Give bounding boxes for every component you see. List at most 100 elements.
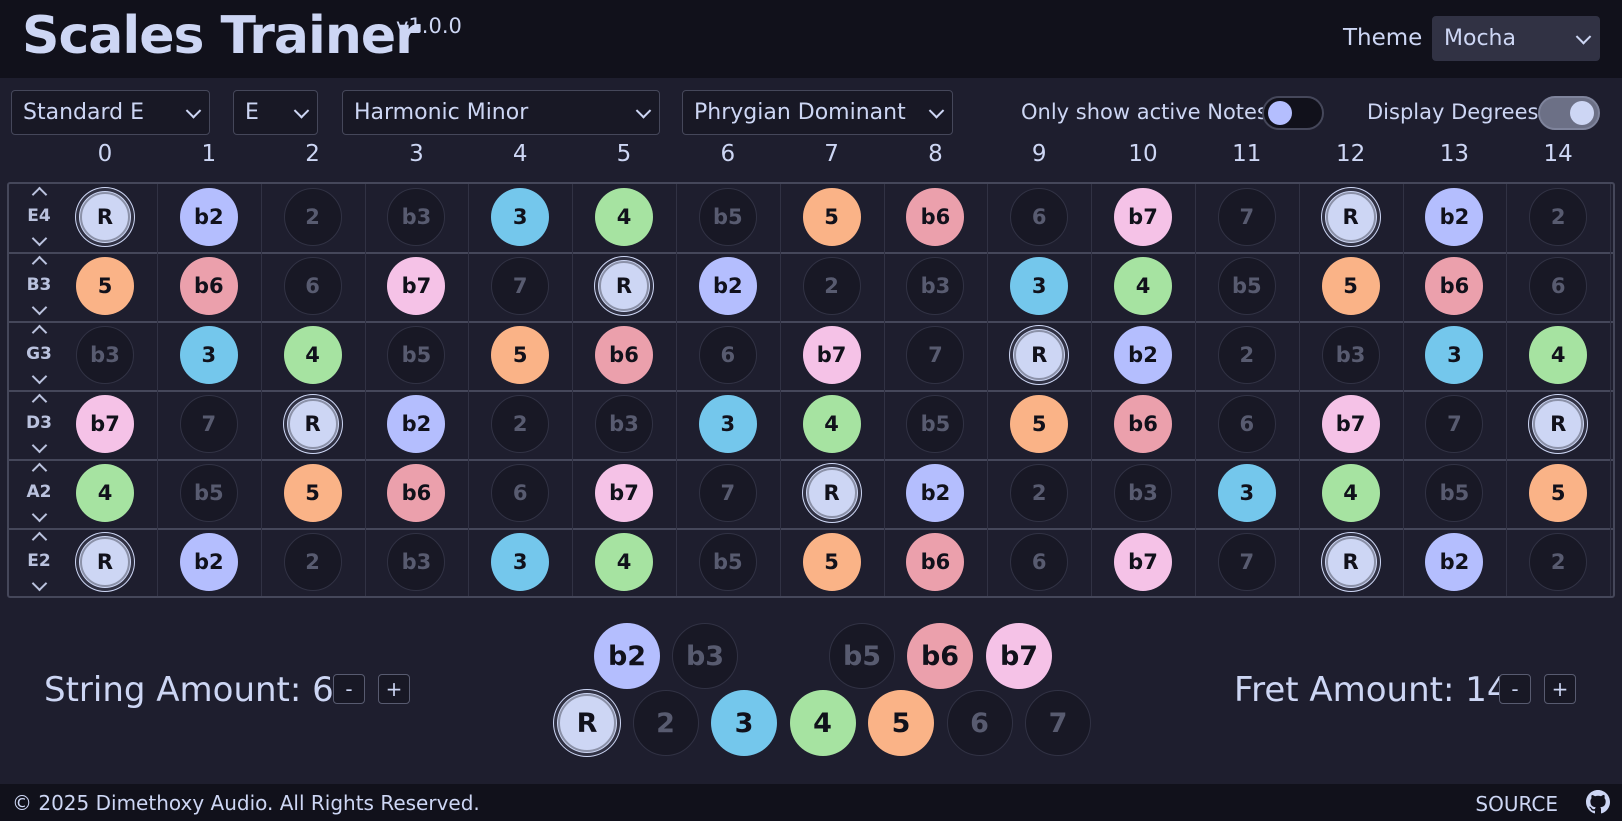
legend-note[interactable]: 2 bbox=[632, 690, 699, 756]
mode-select[interactable]: Phrygian Dominant bbox=[682, 90, 953, 135]
fret-note[interactable]: b6 bbox=[906, 187, 965, 246]
legend-note[interactable]: b5 bbox=[829, 623, 895, 689]
theme-select[interactable]: Mocha bbox=[1432, 16, 1600, 61]
fret-note[interactable]: b5 bbox=[1217, 256, 1276, 315]
fret-note[interactable]: 5 bbox=[1010, 394, 1069, 453]
fret-increase-button[interactable]: + bbox=[1544, 674, 1576, 704]
fret-note[interactable]: 3 bbox=[1010, 256, 1069, 315]
chevron-up-icon[interactable] bbox=[31, 255, 48, 271]
fret-note[interactable]: 2 bbox=[802, 256, 861, 315]
fret-note[interactable]: b7 bbox=[1321, 394, 1380, 453]
fret-note[interactable]: 3 bbox=[1217, 463, 1276, 522]
fret-note[interactable]: 5 bbox=[283, 463, 342, 522]
fret-note[interactable]: 7 bbox=[1217, 532, 1276, 591]
fret-note[interactable]: 4 bbox=[1114, 256, 1172, 315]
fret-note[interactable]: b2 bbox=[179, 532, 238, 591]
fret-note[interactable]: 3 bbox=[1425, 325, 1484, 384]
legend-note[interactable]: 3 bbox=[711, 690, 777, 756]
fret-note[interactable]: 3 bbox=[491, 187, 550, 246]
fret-note[interactable]: 2 bbox=[283, 187, 342, 246]
chevron-down-icon[interactable] bbox=[31, 575, 48, 591]
fret-note[interactable]: 6 bbox=[1010, 187, 1069, 246]
fret-note[interactable]: b2 bbox=[1425, 532, 1484, 591]
fret-note[interactable]: 6 bbox=[283, 256, 342, 315]
fret-note[interactable]: 2 bbox=[491, 394, 550, 453]
fret-note[interactable]: 2 bbox=[1217, 325, 1276, 384]
chevron-up-icon[interactable] bbox=[31, 462, 48, 478]
chevron-up-icon[interactable] bbox=[31, 393, 48, 409]
tuning-select[interactable]: Standard E bbox=[11, 90, 210, 135]
fret-decrease-button[interactable]: - bbox=[1499, 674, 1531, 704]
fret-note[interactable]: b7 bbox=[802, 325, 861, 384]
string-decrease-button[interactable]: - bbox=[333, 674, 365, 704]
fret-note[interactable]: 7 bbox=[1217, 187, 1276, 246]
fret-note[interactable]: b2 bbox=[179, 187, 238, 246]
fret-note[interactable]: R bbox=[595, 256, 653, 315]
fret-note[interactable]: 5 bbox=[1529, 463, 1588, 522]
fret-note[interactable]: b5 bbox=[698, 187, 757, 246]
scale-select[interactable]: Harmonic Minor bbox=[342, 90, 660, 135]
fret-note[interactable]: b6 bbox=[387, 463, 446, 522]
fret-note[interactable]: 4 bbox=[76, 463, 134, 522]
fret-note[interactable]: 4 bbox=[595, 532, 653, 591]
fret-note[interactable]: b7 bbox=[1114, 187, 1172, 246]
chevron-down-icon[interactable] bbox=[31, 437, 48, 453]
fret-note[interactable]: R bbox=[1321, 187, 1380, 246]
fret-note[interactable]: 4 bbox=[1321, 463, 1380, 522]
legend-note[interactable]: 6 bbox=[946, 690, 1013, 756]
fret-note[interactable]: 2 bbox=[1529, 532, 1588, 591]
legend-note[interactable]: b3 bbox=[672, 623, 738, 689]
chevron-up-icon[interactable] bbox=[31, 324, 48, 340]
fret-note[interactable]: 3 bbox=[179, 325, 238, 384]
fret-note[interactable]: b5 bbox=[179, 463, 238, 522]
fret-note[interactable]: b6 bbox=[1114, 394, 1172, 453]
fret-note[interactable]: 7 bbox=[491, 256, 550, 315]
fret-note[interactable]: b2 bbox=[387, 394, 446, 453]
source-link[interactable]: SOURCE bbox=[1475, 792, 1558, 816]
legend-note[interactable]: 7 bbox=[1025, 690, 1091, 756]
chevron-down-icon[interactable] bbox=[31, 299, 48, 315]
fret-note[interactable]: 5 bbox=[1321, 256, 1380, 315]
fret-note[interactable]: b7 bbox=[595, 463, 653, 522]
fret-note[interactable]: 5 bbox=[76, 256, 134, 315]
legend-note[interactable]: b7 bbox=[986, 623, 1052, 689]
fret-note[interactable]: b6 bbox=[906, 532, 965, 591]
fret-note[interactable]: b6 bbox=[595, 325, 653, 384]
chevron-down-icon[interactable] bbox=[31, 506, 48, 522]
fret-note[interactable]: 6 bbox=[1217, 394, 1276, 453]
fret-note[interactable]: b3 bbox=[1321, 325, 1380, 384]
chevron-up-icon[interactable] bbox=[31, 531, 48, 547]
fret-note[interactable]: 2 bbox=[1529, 187, 1588, 246]
fret-note[interactable]: b5 bbox=[698, 532, 757, 591]
fret-note[interactable]: b3 bbox=[1114, 463, 1172, 522]
fret-note[interactable]: R bbox=[1010, 325, 1069, 384]
chevron-down-icon[interactable] bbox=[31, 368, 48, 384]
github-icon[interactable] bbox=[1586, 790, 1610, 814]
fret-note[interactable]: b6 bbox=[179, 256, 238, 315]
chevron-down-icon[interactable] bbox=[31, 230, 48, 246]
legend-note[interactable]: 5 bbox=[868, 690, 934, 756]
fret-note[interactable]: 4 bbox=[595, 187, 653, 246]
fret-note[interactable]: b3 bbox=[906, 256, 965, 315]
fret-note[interactable]: b5 bbox=[387, 325, 446, 384]
fret-note[interactable]: b2 bbox=[1114, 325, 1172, 384]
fret-note[interactable]: 2 bbox=[283, 532, 342, 591]
fret-note[interactable]: 2 bbox=[1010, 463, 1069, 522]
fret-note[interactable]: R bbox=[1321, 532, 1380, 591]
fret-note[interactable]: 7 bbox=[906, 325, 965, 384]
fret-note[interactable]: 6 bbox=[698, 325, 757, 384]
fret-note[interactable]: b2 bbox=[906, 463, 965, 522]
fret-note[interactable]: 6 bbox=[491, 463, 550, 522]
legend-note[interactable]: R bbox=[554, 690, 620, 756]
fret-note[interactable]: b7 bbox=[76, 394, 134, 453]
fret-note[interactable]: b3 bbox=[595, 394, 653, 453]
fret-note[interactable]: b5 bbox=[906, 394, 965, 453]
fret-note[interactable]: 5 bbox=[802, 532, 861, 591]
fret-note[interactable]: b5 bbox=[1425, 463, 1484, 522]
fret-note[interactable]: b3 bbox=[387, 187, 446, 246]
fret-note[interactable]: R bbox=[283, 394, 342, 453]
fret-note[interactable]: 7 bbox=[1425, 394, 1484, 453]
fret-note[interactable]: 6 bbox=[1529, 256, 1588, 315]
chevron-up-icon[interactable] bbox=[31, 186, 48, 202]
fret-note[interactable]: 4 bbox=[802, 394, 861, 453]
